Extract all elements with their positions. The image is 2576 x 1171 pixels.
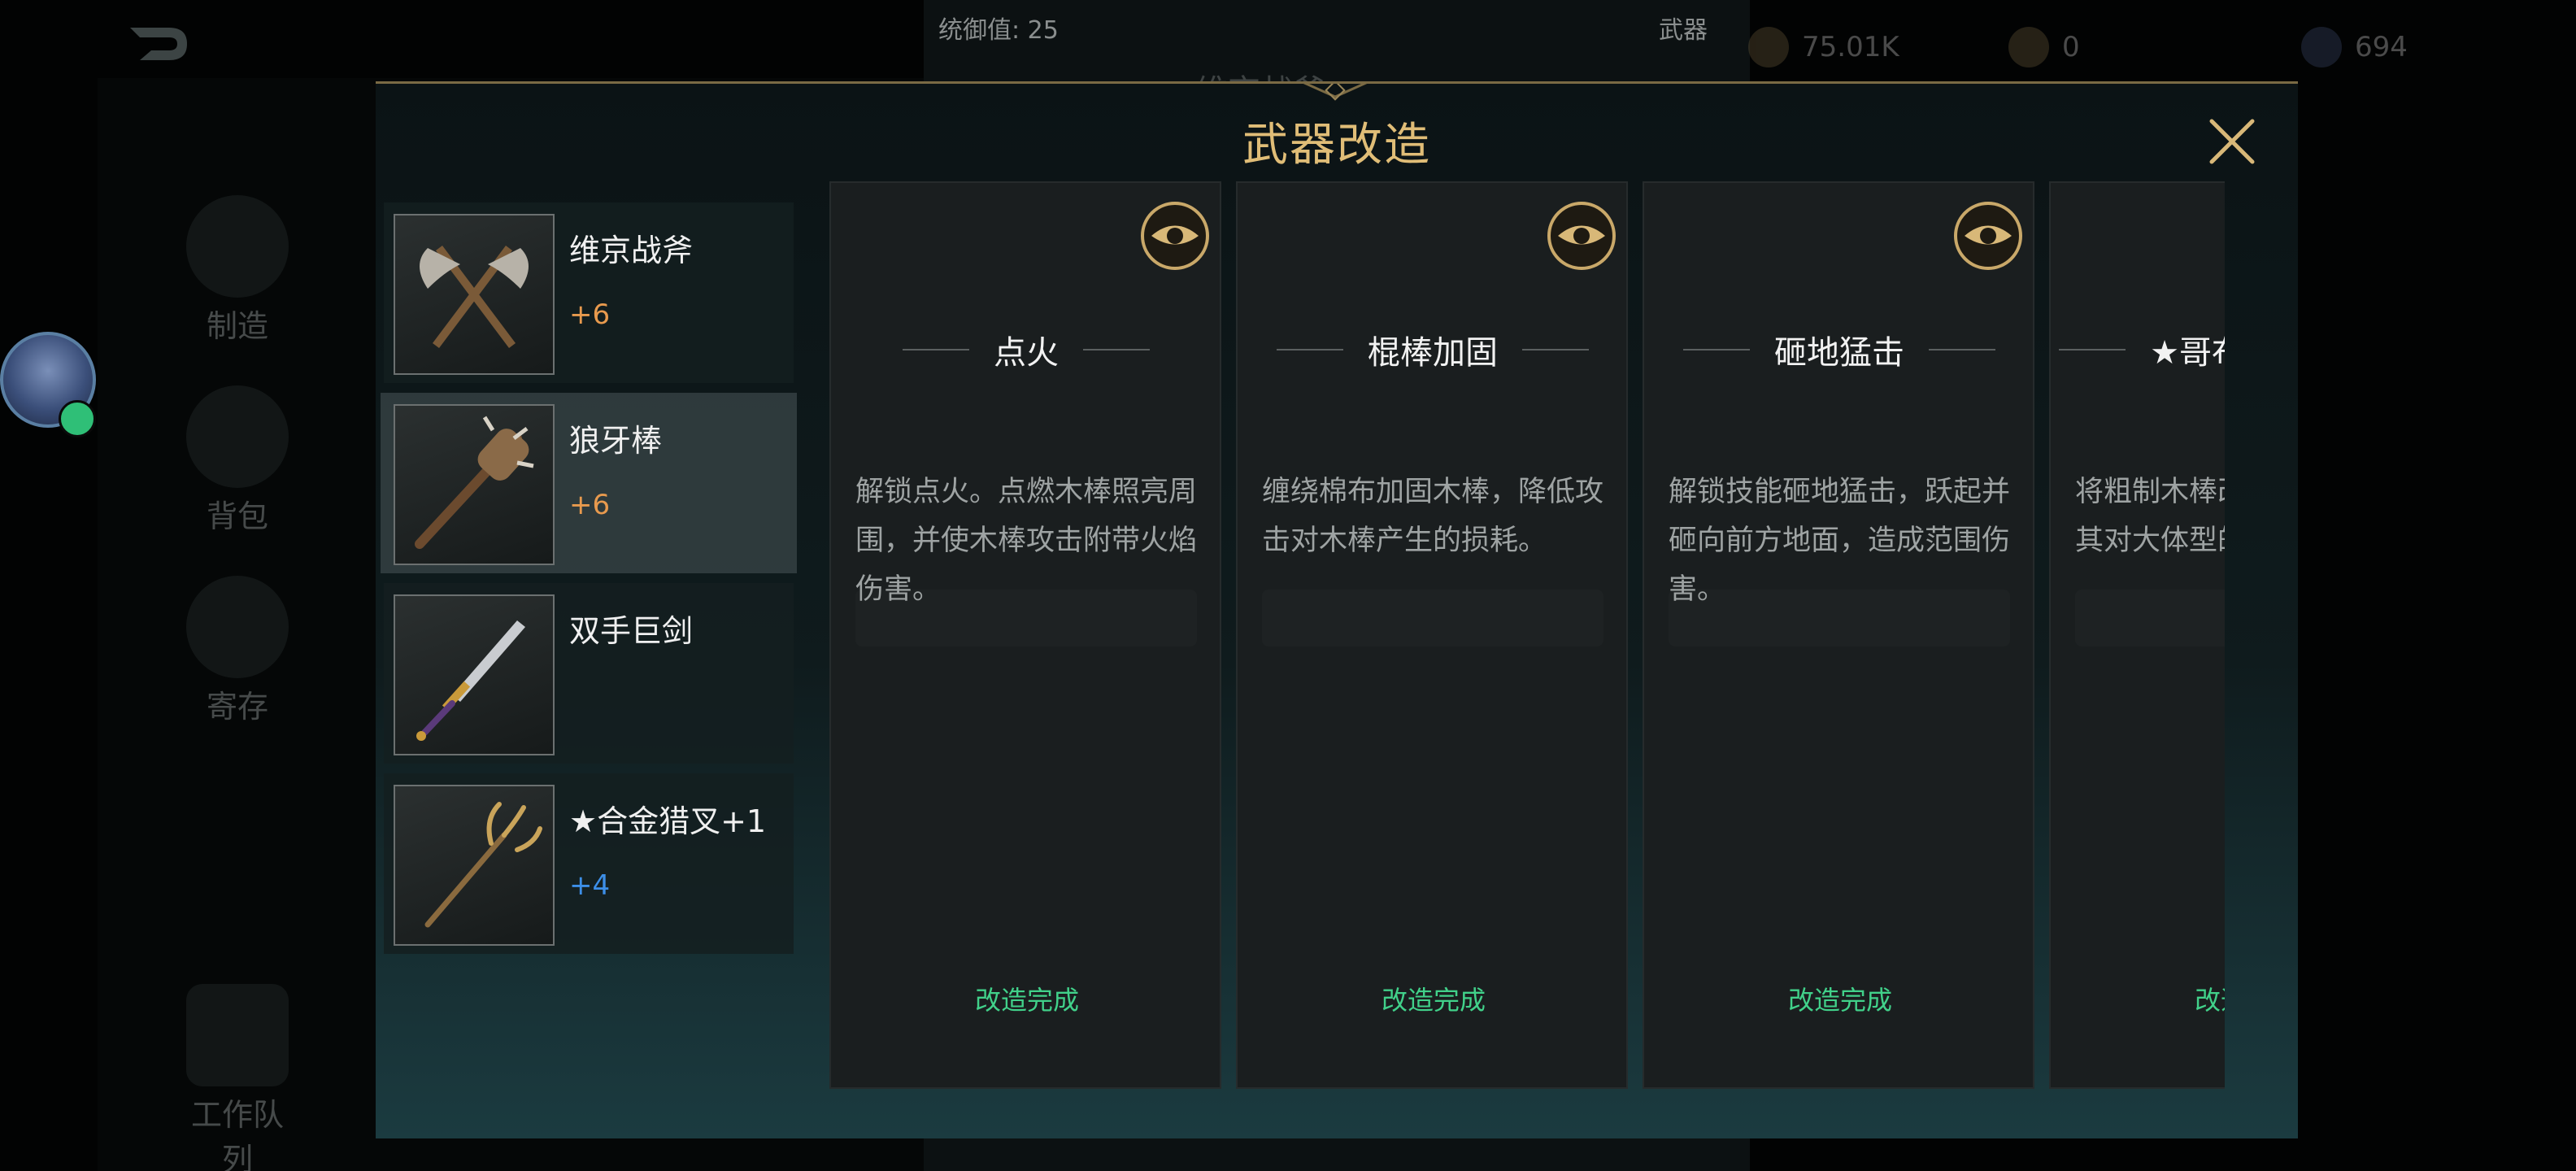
resource-gem: 0 [2008,24,2080,70]
mod-description: 解锁技能砸地猛击，跃起并砸向前方地面，造成范围伤害。 [1669,476,2011,606]
microphone-icon[interactable] [59,400,96,437]
eye-icon[interactable] [1547,201,1617,271]
spiked-club-icon [394,404,555,565]
weapon-name: 双手巨剑 [569,613,694,649]
close-button[interactable] [2197,107,2267,176]
weapon-item[interactable]: 维京战斧 +6 [384,202,794,383]
sidebar-craft: 制造 [181,195,294,366]
close-icon [2209,119,2255,164]
weapon-level: +6 [569,489,611,521]
weapon-item[interactable]: 双手巨剑 [384,583,794,764]
eye-icon[interactable] [1953,201,2023,271]
title-ornament [1303,84,1368,101]
weapon-tab-label: 武器 [1659,16,1708,45]
back-arrow-icon [130,28,187,60]
sidebar-storage: 寄存 [181,576,294,747]
command-value: 统御值: 25 [938,16,1059,45]
mod-status: 改造完成 [1381,985,1486,1016]
battle-axe-icon [394,214,555,375]
trident-icon [394,785,555,946]
sidebar-backpack: 背包 [181,385,294,556]
queue-icon [186,984,289,1086]
mod-description: 缠绕棉布加固木棒，降低攻击对木棒产生的损耗。 [1262,476,1604,557]
token-icon [2301,27,2342,67]
sidebar-work-queue: 工作队列 [181,984,294,1171]
mod-description: 解锁点火。点燃木棒照亮周围，并使木棒攻击附带火焰伤害。 [855,476,1198,606]
mod-status: 改造完成 [2194,985,2225,1016]
mod-title: ★哥布林碎骨 [2150,334,2225,372]
mod-description: 将粗制木棒改造为骨棒，使其对大体型的目标 [2075,476,2225,557]
resource-token: 694 [2301,24,2408,70]
weapon-modification-dialog: 武器改造 维京战斧 +6 狼牙棒 +6 双手巨剑 ★合金猎叉+1 +4 点火 解… [376,81,2298,1138]
weapon-name: 狼牙棒 [569,423,663,459]
bag-icon [186,385,289,488]
dialog-title: 武器改造 [1242,119,1431,172]
mod-title: 点火 [994,334,1059,372]
greatsword-icon [394,594,555,755]
mod-card[interactable]: 棍棒加固 缠绕棉布加固木棒，降低攻击对木棒产生的损耗。 改造完成 [1236,181,1628,1089]
modification-cards: 点火 解锁点火。点燃木棒照亮周围，并使木棒攻击附带火焰伤害。 改造完成 棍棒加固… [829,181,2225,1089]
eye-icon[interactable] [1140,201,1210,271]
storage-icon [186,576,289,678]
gem-icon [2008,27,2049,67]
weapon-level: +6 [569,298,611,331]
mod-status: 改造完成 [974,985,1079,1016]
back-button[interactable] [106,11,203,76]
resource-gold: 75.01K [1748,24,1899,70]
player-avatar[interactable] [0,332,96,437]
mod-card[interactable]: 点火 解锁点火。点燃木棒照亮周围，并使木棒攻击附带火焰伤害。 改造完成 [829,181,1221,1089]
coin-icon [1748,27,1789,67]
weapon-item[interactable]: ★合金猎叉+1 +4 [384,773,794,954]
mod-card[interactable]: 砸地猛击 解锁技能砸地猛击，跃起并砸向前方地面，造成范围伤害。 改造完成 [1643,181,2034,1089]
mod-title: 砸地猛击 [1774,334,1904,372]
weapon-name: 维京战斧 [569,233,694,268]
top-bar: 统御值: 25 武器 维京战斧 75.01K 0 694 [0,0,2576,111]
mod-card[interactable]: ★哥布林碎骨 将粗制木棒改造为骨棒，使其对大体型的目标 改造完成 [2049,181,2225,1089]
hammer-icon [186,195,289,298]
weapon-name: ★合金猎叉+1 [569,803,767,839]
weapon-level: +4 [569,869,611,902]
mod-status: 改造完成 [1787,985,1892,1016]
weapon-item-selected[interactable]: 狼牙棒 +6 [381,393,797,573]
mod-title: 棍棒加固 [1368,334,1498,372]
weapon-list: 维京战斧 +6 狼牙棒 +6 双手巨剑 ★合金猎叉+1 +4 [381,202,797,954]
